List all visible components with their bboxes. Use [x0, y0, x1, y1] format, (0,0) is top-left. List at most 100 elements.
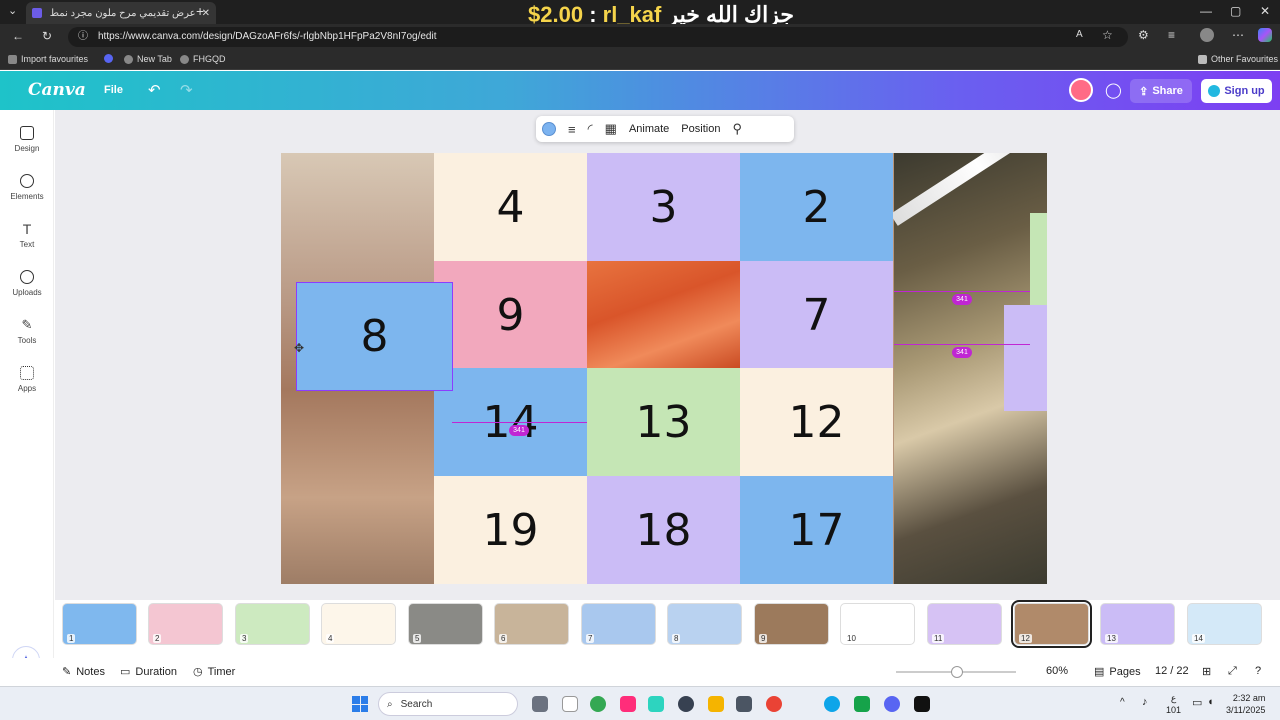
number-cell[interactable]: 12 — [740, 368, 893, 476]
network-icon[interactable]: ▭ — [1192, 696, 1202, 709]
number-cell[interactable]: 19 — [434, 476, 587, 584]
copilot-icon[interactable] — [1258, 28, 1272, 42]
corner-rounding-icon[interactable]: ◜ — [588, 121, 593, 137]
app-icon[interactable] — [736, 696, 752, 712]
page-thumbnail[interactable]: 10 — [840, 603, 915, 645]
number-cell[interactable]: 7 — [740, 261, 893, 369]
app-icon[interactable] — [648, 696, 664, 712]
tray-chevron-icon[interactable]: ^ — [1120, 697, 1125, 708]
chrome-app-icon[interactable] — [590, 696, 606, 712]
page-thumbnail[interactable]: 3 — [235, 603, 310, 645]
number-cell[interactable]: 17 — [740, 476, 893, 584]
timer-button[interactable]: ◷ Timer — [193, 665, 235, 679]
number-cell[interactable]: 13 — [587, 368, 740, 476]
tiktok-icon[interactable] — [914, 696, 930, 712]
salmon-photo-cell[interactable] — [587, 261, 740, 369]
read-aloud-icon[interactable]: A — [1076, 29, 1083, 40]
green-strip[interactable] — [1030, 213, 1047, 305]
edge-icon[interactable] — [824, 696, 840, 712]
border-style-icon[interactable]: ≡ — [568, 122, 576, 137]
purple-strip[interactable] — [1004, 305, 1047, 411]
number-cell[interactable]: 2 — [740, 153, 893, 261]
pages-button[interactable]: ▤ Pages — [1094, 665, 1141, 679]
page-thumbnail[interactable]: 2 — [148, 603, 223, 645]
url-field[interactable]: ⓘ https://www.canva.com/design/DAGzoAFr6… — [68, 27, 1128, 47]
help-icon[interactable]: ? — [1255, 665, 1261, 677]
grid-view-icon[interactable]: ⊞ — [1202, 665, 1211, 678]
page-thumbnail[interactable]: 8 — [667, 603, 742, 645]
page-thumbnail[interactable]: 6 — [494, 603, 569, 645]
more-menu-icon[interactable]: ⋯ — [1232, 28, 1244, 42]
copy-style-icon[interactable]: ⚲ — [732, 121, 742, 137]
maximize-icon[interactable]: ▢ — [1230, 4, 1241, 18]
bookmark-import-favourites[interactable]: Import favourites — [8, 54, 88, 64]
microphone-icon[interactable]: ♪ — [1142, 696, 1148, 708]
discord-taskbar-icon[interactable] — [884, 696, 900, 712]
number-cell[interactable]: 4 — [434, 153, 587, 261]
site-info-icon[interactable]: ⓘ — [78, 27, 88, 47]
task-view-icon[interactable] — [532, 696, 548, 712]
bookmark-discord[interactable] — [104, 54, 113, 63]
close-window-icon[interactable]: ✕ — [1260, 4, 1270, 18]
settings-icon[interactable] — [678, 696, 694, 712]
number-cell[interactable]: 3 — [587, 153, 740, 261]
user-avatar[interactable] — [1069, 78, 1093, 102]
sidebar-item-tools[interactable]: ✎ Tools — [0, 318, 54, 346]
minimize-icon[interactable]: — — [1200, 4, 1212, 18]
share-button[interactable]: ⇪ Share — [1130, 79, 1192, 103]
taskbar-clock[interactable]: 2:32 am 3/11/2025 — [1226, 692, 1265, 716]
bookmark-new-tab[interactable]: New Tab — [124, 54, 172, 64]
page-thumbnail[interactable]: 13 — [1100, 603, 1175, 645]
sidebar-item-elements[interactable]: Elements — [0, 174, 54, 201]
file-explorer-icon[interactable] — [708, 696, 724, 712]
number-cell[interactable]: 18 — [587, 476, 740, 584]
duration-button[interactable]: ▭ Duration — [120, 665, 177, 679]
volume-icon[interactable]: ◖ — [1207, 696, 1214, 708]
back-icon[interactable]: ← — [12, 29, 24, 43]
tab-list-chevron-icon[interactable]: ⌄ — [8, 4, 17, 17]
tiktok-studio-icon[interactable] — [620, 696, 636, 712]
fullscreen-icon[interactable]: ⤢ — [1228, 665, 1237, 678]
app-icon[interactable] — [854, 696, 870, 712]
sidebar-item-apps[interactable]: Apps — [0, 366, 54, 393]
browser-tab[interactable]: عرض تقديمي مرح ملون مجرد نمط ✕ — [26, 2, 216, 24]
file-app-icon[interactable] — [562, 696, 578, 712]
windows-start-icon[interactable] — [352, 696, 368, 712]
new-tab-icon[interactable]: + — [196, 3, 204, 19]
taskbar-search[interactable]: ⌕ Search — [378, 692, 518, 716]
bookmark-other-favourites[interactable]: Other Favourites — [1198, 54, 1278, 64]
selected-number-box[interactable]: 8 — [296, 282, 453, 391]
number-cell[interactable]: 9 — [434, 261, 587, 369]
page-thumbnail[interactable]: 12 — [1011, 600, 1092, 648]
page-thumbnail[interactable]: 9 — [754, 603, 829, 645]
page-thumbnail[interactable]: 7 — [581, 603, 656, 645]
favourite-star-icon[interactable]: ☆ — [1102, 28, 1113, 42]
transparency-icon[interactable]: ▦ — [605, 121, 617, 137]
reload-icon[interactable]: ↻ — [42, 29, 52, 43]
page-thumbnail[interactable]: 5 — [408, 603, 483, 645]
profile-avatar[interactable] — [1200, 28, 1214, 42]
undo-icon[interactable]: ↶ — [148, 81, 161, 99]
extensions-icon[interactable]: ⚙ — [1138, 28, 1149, 42]
sidebar-item-design[interactable]: Design — [0, 126, 54, 153]
animate-button[interactable]: Animate — [629, 123, 669, 135]
language-indicator[interactable]: ع 101 — [1166, 692, 1181, 716]
file-menu-button[interactable]: File — [104, 84, 123, 96]
favourites-bar-icon[interactable]: ≡ — [1168, 28, 1175, 42]
comment-icon[interactable]: ◯ — [1105, 81, 1122, 99]
page-thumbnail[interactable]: 1 — [62, 603, 137, 645]
notes-button[interactable]: ✎ Notes — [62, 665, 105, 679]
position-button[interactable]: Position — [681, 123, 720, 135]
page-thumbnail[interactable]: 4 — [321, 603, 396, 645]
page-thumbnail[interactable]: 14 — [1187, 603, 1262, 645]
canva-logo[interactable]: Canva — [28, 80, 86, 100]
sign-up-button[interactable]: Sign up — [1201, 79, 1272, 103]
zoom-slider-handle[interactable] — [951, 666, 963, 678]
redo-icon[interactable]: ↷ — [180, 81, 193, 99]
page-thumbnail[interactable]: 11 — [927, 603, 1002, 645]
sidebar-item-uploads[interactable]: Uploads — [0, 270, 54, 297]
bookmark-fhgqd[interactable]: FHGQD — [180, 54, 226, 64]
chrome-icon[interactable] — [766, 696, 782, 712]
zoom-level[interactable]: 60% — [1046, 665, 1068, 677]
fill-color-swatch[interactable] — [542, 122, 556, 136]
